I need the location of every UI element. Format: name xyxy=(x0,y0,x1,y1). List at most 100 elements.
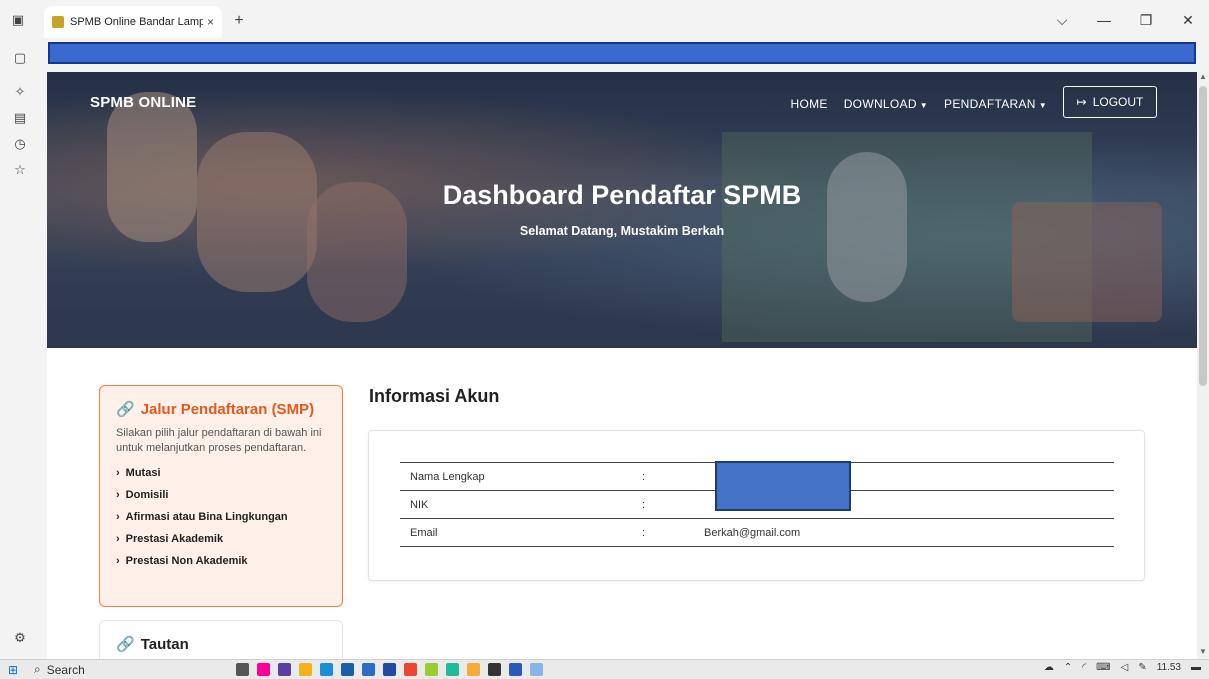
clock-time[interactable]: 11.53 xyxy=(1157,662,1181,673)
jalur-item-label: Domisili xyxy=(125,489,169,501)
chevron-right-icon: › xyxy=(116,533,120,545)
volume-icon[interactable]: ◁ xyxy=(1121,662,1129,673)
jalur-item-prestasi-non-akademik[interactable]: › Prestasi Non Akademik xyxy=(116,550,326,572)
close-window-button[interactable]: ✕ xyxy=(1167,12,1209,29)
history-icon[interactable]: ◷ xyxy=(10,134,30,154)
taskbar-app-icon[interactable] xyxy=(257,663,270,676)
windows-taskbar: ⊞ ⌕ Search ☁ ⌃ ◜ ⌨ ◁ ✎ 11.53 ▬ xyxy=(0,659,1209,679)
hero-illustration-child xyxy=(197,132,317,292)
tautan-title-label: Tautan xyxy=(140,635,189,653)
browser-tab-bar: ▣ SPMB Online Bandar Lampung × + ⌵ — ❐ ✕ xyxy=(0,0,1209,40)
taskbar-app-icon[interactable] xyxy=(467,663,480,676)
tray-chevron-up-icon[interactable]: ⌃ xyxy=(1064,662,1072,673)
taskbar-search-label: Search xyxy=(46,662,85,677)
restore-button[interactable]: ❐ xyxy=(1125,12,1167,29)
tab-search-dropdown-icon[interactable]: ⌵ xyxy=(1041,12,1083,29)
jalur-card-title: 🔗 Jalur Pendaftaran (SMP) xyxy=(116,400,326,419)
edge-browser-icon[interactable] xyxy=(320,663,333,676)
scroll-up-icon[interactable]: ▲ xyxy=(1197,72,1209,84)
redaction-box xyxy=(715,461,851,511)
informasi-akun-heading: Informasi Akun xyxy=(369,386,500,406)
collections-icon[interactable]: ▤ xyxy=(10,108,30,128)
brand-logo-text[interactable]: SPMB ONLINE xyxy=(90,94,196,111)
tab-actions-icon[interactable]: ▣ xyxy=(6,8,30,32)
nav-link-label: PENDAFTARAN xyxy=(944,97,1036,111)
logout-icon: ↦ xyxy=(1076,95,1087,109)
chevron-right-icon: › xyxy=(116,555,120,567)
jalur-item-mutasi[interactable]: › Mutasi xyxy=(116,462,326,484)
jalur-item-prestasi-akademik[interactable]: › Prestasi Akademik xyxy=(116,528,326,550)
notification-icon[interactable]: ▬ xyxy=(1191,662,1201,673)
keyboard-icon[interactable]: ⌨ xyxy=(1096,662,1110,673)
logout-button[interactable]: ↦ LOGOUT xyxy=(1063,86,1157,118)
new-tab-button[interactable]: + xyxy=(228,10,250,32)
system-tray: ☁ ⌃ ◜ ⌨ ◁ ✎ 11.53 ▬ xyxy=(1044,662,1201,673)
link-icon: 🔗 xyxy=(116,401,135,418)
page-scrollbar[interactable]: ▲ ▼ xyxy=(1197,72,1209,659)
chevron-right-icon: › xyxy=(116,489,120,501)
taskbar-app-icon[interactable] xyxy=(362,663,375,676)
browser-tab[interactable]: SPMB Online Bandar Lampung × xyxy=(44,6,222,38)
caret-down-icon: ▼ xyxy=(1038,101,1047,110)
browser-sidebar: ▢ ✧ ▤ ◷ ☆ ⚙ xyxy=(0,40,40,659)
tab-title: SPMB Online Bandar Lampung xyxy=(70,16,203,28)
jalur-description: Silakan pilih jalur pendaftaran di bawah… xyxy=(116,427,322,454)
taskbar-app-icon[interactable] xyxy=(404,663,417,676)
jalur-title-label: Jalur Pendaftaran (SMP) xyxy=(140,400,315,418)
minimize-button[interactable]: — xyxy=(1083,12,1125,28)
taskbar-app-icon[interactable] xyxy=(383,663,396,676)
row-label: NIK xyxy=(410,498,429,511)
wifi-icon[interactable]: ◜ xyxy=(1082,662,1086,673)
hero-illustration-school xyxy=(1012,202,1162,322)
settings-gear-icon[interactable]: ⚙ xyxy=(10,628,30,648)
logout-label: LOGOUT xyxy=(1092,95,1144,109)
top-navigation: SPMB ONLINE HOME DOWNLOAD ▼ PENDAFTARAN ▼ … xyxy=(47,72,1197,134)
scroll-down-icon[interactable]: ▼ xyxy=(1197,647,1209,659)
jalur-item-label: Afirmasi atau Bina Lingkungan xyxy=(125,511,288,523)
copilot-icon[interactable]: ✧ xyxy=(10,82,30,102)
hero-banner: SPMB ONLINE HOME DOWNLOAD ▼ PENDAFTARAN ▼ … xyxy=(47,72,1197,348)
row-separator: : xyxy=(642,470,646,483)
pen-icon[interactable]: ✎ xyxy=(1138,662,1146,673)
taskbar-app-icon[interactable] xyxy=(341,663,354,676)
tab-close-icon[interactable]: × xyxy=(207,15,214,29)
weather-icon[interactable]: ☁ xyxy=(1044,662,1054,673)
taskbar-search[interactable]: ⌕ Search xyxy=(26,662,216,677)
tautan-card: 🔗 Tautan xyxy=(99,620,343,659)
task-view-icon[interactable] xyxy=(236,663,249,676)
taskbar-app-icon[interactable] xyxy=(488,663,501,676)
search-icon: ⌕ xyxy=(34,662,41,676)
windows-start-icon[interactable]: ⊞ xyxy=(0,663,26,677)
chrome-icon[interactable] xyxy=(446,663,459,676)
site-favicon-icon xyxy=(52,16,64,28)
welcome-message: Selamat Datang, Mustakim Berkah xyxy=(519,224,725,238)
sidebar-toggle-icon[interactable]: ▢ xyxy=(10,48,30,68)
chevron-right-icon: › xyxy=(116,467,120,479)
scrollbar-thumb[interactable] xyxy=(1199,86,1207,386)
nav-home-link[interactable]: HOME xyxy=(791,97,828,111)
tautan-card-title: 🔗 Tautan xyxy=(116,635,326,654)
row-separator: : xyxy=(642,498,646,511)
jalur-item-label: Mutasi xyxy=(125,467,161,479)
favorites-icon[interactable]: ☆ xyxy=(10,160,30,180)
caret-down-icon: ▼ xyxy=(919,101,929,110)
file-explorer-icon[interactable] xyxy=(299,663,312,676)
jalur-item-afirmasi[interactable]: › Afirmasi atau Bina Lingkungan xyxy=(116,506,326,528)
nav-pendaftaran-dropdown[interactable]: PENDAFTARAN ▼ xyxy=(944,97,1047,111)
nav-link-label: DOWNLOAD xyxy=(843,97,917,111)
nav-link-label: HOME xyxy=(790,97,828,111)
chevron-right-icon: › xyxy=(116,511,120,523)
word-icon[interactable] xyxy=(509,663,522,676)
page-viewport: SPMB ONLINE HOME DOWNLOAD ▼ PENDAFTARAN ▼ … xyxy=(47,72,1197,659)
row-label: Email xyxy=(410,526,438,539)
taskbar-app-icon[interactable] xyxy=(530,663,543,676)
jalur-item-label: Prestasi Non Akademik xyxy=(125,555,248,567)
page-title: Dashboard Pendaftar SPMB xyxy=(442,180,802,210)
taskbar-app-icon[interactable] xyxy=(425,663,438,676)
row-value: Berkah@gmail.com xyxy=(704,526,801,539)
nav-download-dropdown[interactable]: DOWNLOAD ▼ xyxy=(844,97,928,111)
jalur-item-domisili[interactable]: › Domisili xyxy=(116,484,326,506)
address-bar-redacted[interactable] xyxy=(48,42,1196,64)
nav-links: HOME DOWNLOAD ▼ PENDAFTARAN ▼ xyxy=(791,97,1047,111)
taskbar-app-icon[interactable] xyxy=(278,663,291,676)
